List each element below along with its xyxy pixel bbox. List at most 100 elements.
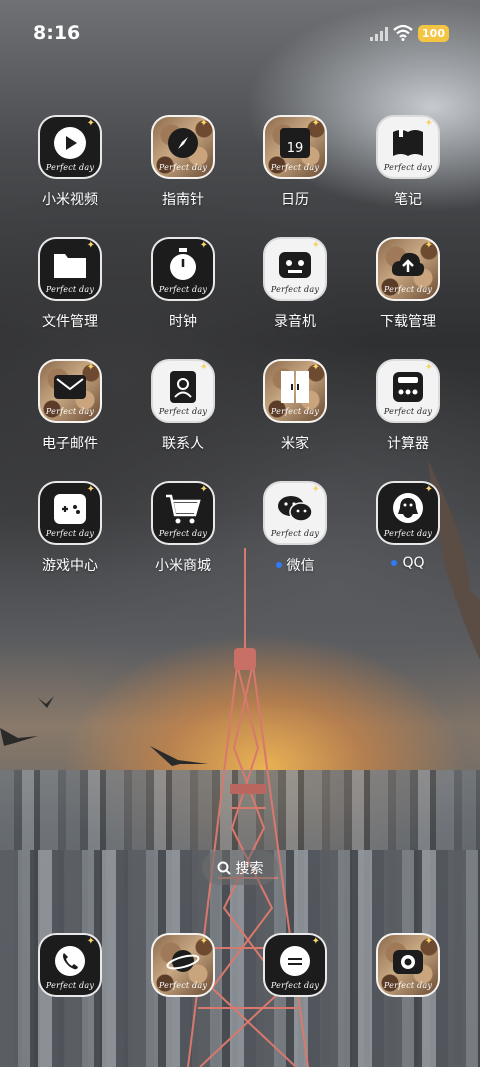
app-label: 小米视频 xyxy=(42,192,98,208)
new-notification-dot xyxy=(391,560,398,566)
contacts-icon xyxy=(170,371,196,404)
app-clock[interactable]: ✦ Perfect day 时钟 xyxy=(127,237,239,347)
app-tile: ✦ Perfect day xyxy=(263,481,327,545)
app-label: 游戏中心 xyxy=(42,558,98,574)
app-qq[interactable]: ✦ Perfect day QQ xyxy=(352,481,464,591)
wechat-icon xyxy=(278,496,313,523)
sparkle-icon: ✦ xyxy=(424,936,433,947)
app-wechat[interactable]: ✦ Perfect day 微信 xyxy=(239,481,351,591)
icon-caption: Perfect day xyxy=(45,407,95,416)
app-label: 日历 xyxy=(281,192,309,208)
wifi-icon xyxy=(393,24,413,41)
app-file-manager[interactable]: ✦ Perfect day 文件管理 xyxy=(14,237,126,347)
app-calculator[interactable]: ✦ Perfect day 计算器 xyxy=(352,359,464,469)
browser-planet-icon xyxy=(166,950,200,973)
battery-indicator: 100 xyxy=(418,25,449,42)
app-label: 微信 xyxy=(275,555,315,575)
icon-caption: Perfect day xyxy=(158,981,208,990)
icon-caption: Perfect day xyxy=(45,285,95,294)
app-tile: ✦ Perfect day xyxy=(376,115,440,179)
sparkle-icon: ✦ xyxy=(199,240,208,251)
app-label-text: 微信 xyxy=(286,558,315,574)
cart-icon xyxy=(166,495,201,524)
sparkle-icon: ✦ xyxy=(199,362,208,373)
app-tile: ✦ Perfect day xyxy=(151,237,215,301)
app-contacts[interactable]: ✦ Perfect day 联系人 xyxy=(127,359,239,469)
app-calendar[interactable]: ✦ 19 Perfect day 日历 xyxy=(239,115,351,225)
app-tile: ✦ Perfect day xyxy=(263,933,327,997)
app-label: 小米商城 xyxy=(155,558,211,574)
dock-phone[interactable]: ✦ Perfect day xyxy=(14,933,126,1003)
app-recorder[interactable]: ✦ Perfect day 录音机 xyxy=(239,237,351,347)
search-icon xyxy=(217,861,231,875)
app-tile: ✦ Perfect day xyxy=(38,359,102,423)
phone-icon xyxy=(55,946,85,977)
sparkle-icon: ✦ xyxy=(86,484,95,495)
icon-caption: Perfect day xyxy=(383,407,433,416)
app-tile: ✦ Perfect day xyxy=(376,481,440,545)
sparkle-icon: ✦ xyxy=(86,240,95,251)
app-label: 计算器 xyxy=(387,436,429,452)
icon-caption: Perfect day xyxy=(45,981,95,990)
wallpaper-bird-left xyxy=(0,728,38,746)
sparkle-icon: ✦ xyxy=(424,240,433,251)
icon-caption: Perfect day xyxy=(158,407,208,416)
sparkle-icon: ✦ xyxy=(86,362,95,373)
app-label: 文件管理 xyxy=(42,314,98,330)
sparkle-icon: ✦ xyxy=(311,118,320,129)
dock-messages[interactable]: ✦ Perfect day xyxy=(239,933,351,1003)
app-email[interactable]: ✦ Perfect day 电子邮件 xyxy=(14,359,126,469)
icon-caption: Perfect day xyxy=(45,163,95,172)
notebook-icon xyxy=(393,129,423,157)
icon-caption: Perfect day xyxy=(45,529,95,538)
dock-browser[interactable]: ✦ Perfect day xyxy=(127,933,239,1003)
app-label: 米家 xyxy=(281,436,309,452)
app-mi-store[interactable]: ✦ Perfect day 小米商城 xyxy=(127,481,239,591)
sparkle-icon: ✦ xyxy=(424,362,433,373)
status-bar: 8:16 100 xyxy=(0,0,480,70)
icon-caption: Perfect day xyxy=(383,163,433,172)
app-notes[interactable]: ✦ Perfect day 笔记 xyxy=(352,115,464,225)
app-tile: ✦ Perfect day xyxy=(38,115,102,179)
app-tile: ✦ Perfect day xyxy=(151,115,215,179)
sparkle-icon: ✦ xyxy=(199,118,208,129)
icon-caption: Perfect day xyxy=(270,163,320,172)
calculator-icon xyxy=(393,372,423,403)
sparkle-icon: ✦ xyxy=(199,936,208,947)
app-tile: ✦ Perfect day xyxy=(151,481,215,545)
icon-caption: Perfect day xyxy=(383,285,433,294)
app-label: 笔记 xyxy=(394,192,422,208)
search-label: 搜索 xyxy=(235,860,264,877)
icon-caption: Perfect day xyxy=(270,407,320,416)
app-tile: ✦ Perfect day xyxy=(376,933,440,997)
stopwatch-icon xyxy=(170,248,196,281)
app-download-manager[interactable]: ✦ Perfect day 下载管理 xyxy=(352,237,464,347)
app-game-center[interactable]: ✦ Perfect day 游戏中心 xyxy=(14,481,126,591)
sparkle-icon: ✦ xyxy=(424,118,433,129)
app-tile: ✦ Perfect day xyxy=(263,359,327,423)
download-icon xyxy=(391,253,425,277)
app-label-text: QQ xyxy=(402,555,425,571)
app-label: 电子邮件 xyxy=(42,436,98,452)
search-button[interactable]: 搜索 xyxy=(202,850,278,885)
app-compass[interactable]: ✦ Perfect day 指南针 xyxy=(127,115,239,225)
recorder-icon xyxy=(279,252,311,279)
dock-camera[interactable]: ✦ Perfect day xyxy=(352,933,464,1003)
door-icon xyxy=(281,371,309,404)
app-tile: ✦ 19 Perfect day xyxy=(263,115,327,179)
gamepad-icon xyxy=(54,494,86,525)
calendar-icon: 19 xyxy=(280,128,310,159)
icon-caption: Perfect day xyxy=(158,529,208,538)
signal-icon xyxy=(370,27,388,41)
app-tile: ✦ Perfect day xyxy=(151,359,215,423)
qq-icon xyxy=(393,493,423,524)
app-label: 录音机 xyxy=(274,314,316,330)
new-notification-dot xyxy=(275,562,282,568)
app-mi-home[interactable]: ✦ Perfect day 米家 xyxy=(239,359,351,469)
app-mi-video[interactable]: ✦ Perfect day 小米视频 xyxy=(14,115,126,225)
folder-icon xyxy=(54,254,86,279)
app-label: 指南针 xyxy=(162,192,204,208)
wallpaper-bird-center xyxy=(150,746,208,766)
wallpaper-bird-small xyxy=(38,696,54,708)
icon-caption: Perfect day xyxy=(270,285,320,294)
